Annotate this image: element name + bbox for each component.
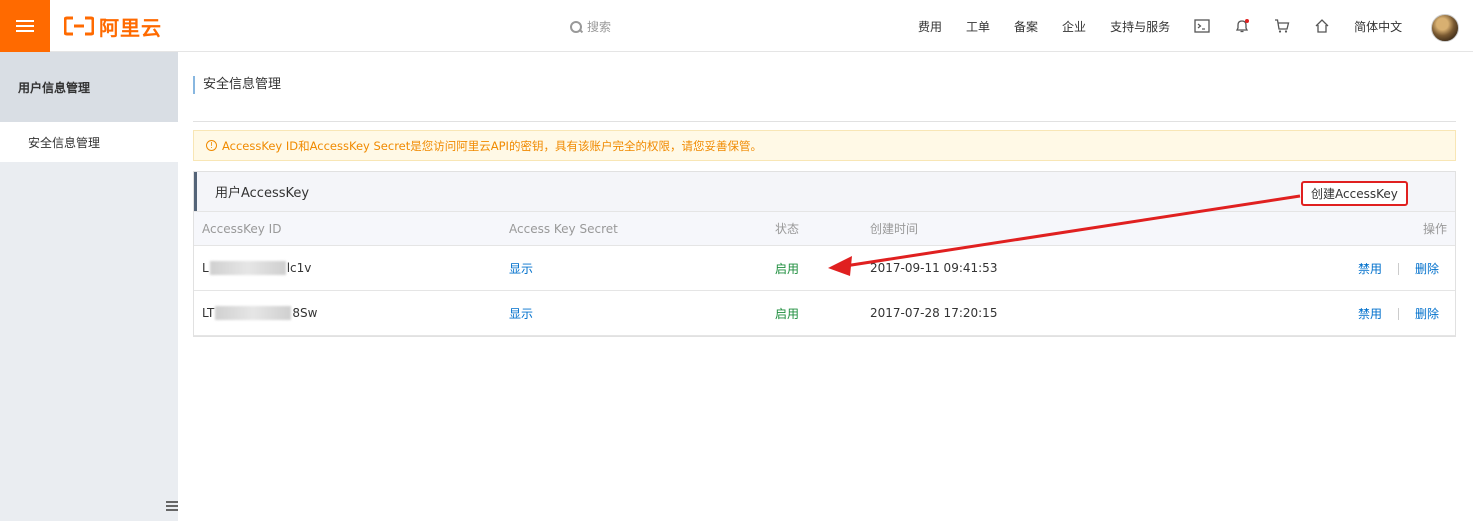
nav-enterprise[interactable]: 企业 [1062, 18, 1086, 35]
sidebar-item-label: 安全信息管理 [28, 135, 101, 150]
top-nav: 费用 工单 备案 企业 支持与服务 简体中文 [918, 0, 1426, 52]
col-secret: Access Key Secret [509, 211, 775, 246]
delete-link[interactable]: 删除 [1415, 307, 1439, 321]
disable-link[interactable]: 禁用 [1358, 262, 1382, 276]
accesskey-id-cell: LT 8Sw [194, 290, 509, 336]
separator [1397, 263, 1399, 275]
search-icon [570, 20, 582, 33]
warning-alert: ! AccessKey ID和AccessKey Secret是您访问阿里云AP… [193, 130, 1456, 161]
accesskey-id-cell: Llc1v [194, 245, 509, 291]
nav-tickets[interactable]: 工单 [966, 18, 990, 35]
col-status: 状态 [775, 211, 870, 246]
accesskey-panel: 用户AccessKey 创建AccessKey AccessKey ID Acc… [193, 171, 1456, 337]
hamburger-menu-icon[interactable] [0, 0, 50, 52]
sidebar-title: 用户信息管理 [0, 52, 178, 122]
table-row: Llc1v 显示 启用 2017-09-11 09:41:53 禁用 删除 [194, 245, 1455, 291]
create-accesskey-button[interactable]: 创建AccessKey [1301, 181, 1408, 206]
show-secret-link[interactable]: 显示 [509, 262, 533, 276]
divider [193, 121, 1456, 122]
warning-icon: ! [206, 140, 217, 151]
created-time: 2017-09-11 09:41:53 [870, 245, 1310, 291]
top-bar: 阿里云 搜索 费用 工单 备案 企业 支持与服务 简体中文 [0, 0, 1473, 52]
redaction-mask [215, 306, 292, 321]
search-box[interactable]: 搜索 [570, 18, 611, 35]
status-badge: 启用 [775, 261, 800, 276]
accesskey-table: AccessKey ID Access Key Secret 状态 创建时间 操… [194, 211, 1455, 336]
aliyun-logo[interactable]: 阿里云 [64, 13, 162, 40]
disable-link[interactable]: 禁用 [1358, 307, 1382, 321]
id-suffix: 8Sw [292, 305, 318, 320]
main-content: 安全信息管理 ! AccessKey ID和AccessKey Secret是您… [193, 52, 1456, 337]
collapse-sidebar-icon[interactable] [166, 501, 178, 513]
created-time: 2017-07-28 17:20:15 [870, 290, 1310, 336]
panel-title: 用户AccessKey [215, 186, 310, 201]
table-header-row: AccessKey ID Access Key Secret 状态 创建时间 操… [194, 211, 1455, 246]
terminal-icon[interactable] [1194, 18, 1210, 34]
cart-icon[interactable] [1274, 18, 1290, 34]
col-actions: 操作 [1310, 211, 1455, 246]
col-created: 创建时间 [870, 211, 1310, 246]
aliyun-logo-icon [64, 16, 94, 36]
avatar[interactable] [1431, 14, 1459, 42]
redaction-mask [209, 261, 286, 276]
table-row: LT 8Sw 显示 启用 2017-07-28 17:20:15 禁用 删除 [194, 290, 1455, 336]
status-badge: 启用 [775, 306, 800, 321]
search-placeholder: 搜索 [587, 20, 612, 34]
sidebar-item-security[interactable]: 安全信息管理 [0, 122, 178, 162]
id-prefix: L [202, 260, 209, 275]
sidebar: 用户信息管理 安全信息管理 [0, 52, 178, 521]
panel-header: 用户AccessKey 创建AccessKey [194, 172, 1455, 211]
show-secret-link[interactable]: 显示 [509, 307, 533, 321]
col-accesskey-id: AccessKey ID [194, 211, 509, 246]
id-suffix: lc1v [286, 260, 312, 275]
bell-icon[interactable] [1234, 18, 1250, 34]
logo-text: 阿里云 [99, 15, 162, 40]
home-icon[interactable] [1314, 18, 1330, 34]
nav-support[interactable]: 支持与服务 [1110, 18, 1170, 35]
alert-text: AccessKey ID和AccessKey Secret是您访问阿里云API的… [222, 138, 762, 153]
language-switch[interactable]: 简体中文 [1354, 18, 1402, 35]
nav-icp[interactable]: 备案 [1014, 18, 1038, 35]
id-prefix: LT [202, 305, 215, 320]
page-title: 安全信息管理 [193, 76, 1456, 94]
separator [1397, 308, 1399, 320]
nav-fees[interactable]: 费用 [918, 18, 942, 35]
delete-link[interactable]: 删除 [1415, 262, 1439, 276]
